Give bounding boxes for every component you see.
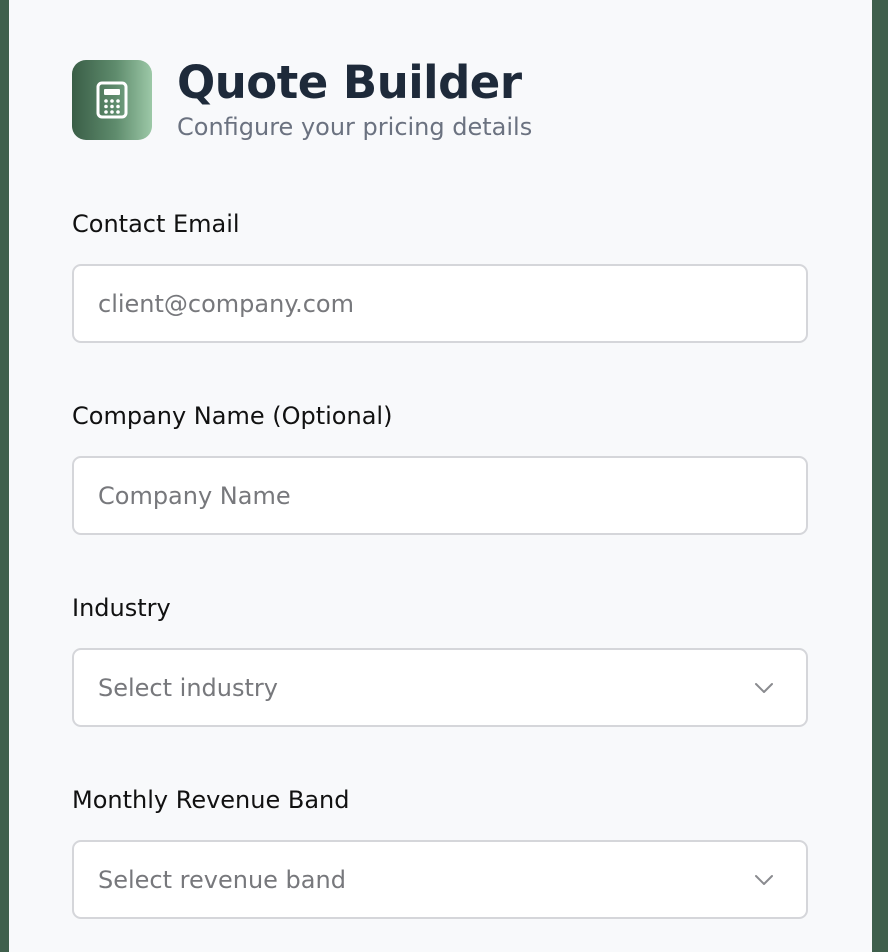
company-name-label: Company Name (Optional) [72, 402, 393, 430]
industry-field: Industry Select industry [72, 593, 808, 727]
industry-select-value: Select industry [98, 673, 278, 702]
industry-select[interactable]: Select industry [72, 648, 808, 727]
company-name-field: Company Name (Optional) [72, 401, 808, 535]
page-title: Quote Builder [177, 56, 522, 109]
contact-email-label: Contact Email [72, 210, 240, 238]
calculator-icon [72, 60, 152, 140]
page-header: Quote Builder Configure your pricing det… [72, 56, 532, 142]
revenue-band-field: Monthly Revenue Band Select revenue band [72, 785, 808, 919]
chevron-down-icon [752, 676, 776, 700]
industry-label: Industry [72, 594, 171, 622]
page-subtitle: Configure your pricing details [177, 113, 533, 141]
revenue-band-select[interactable]: Select revenue band [72, 840, 808, 919]
revenue-band-label: Monthly Revenue Band [72, 786, 350, 814]
company-name-input[interactable] [72, 456, 808, 535]
quote-builder-panel: Quote Builder Configure your pricing det… [9, 0, 872, 952]
revenue-band-select-value: Select revenue band [98, 865, 346, 894]
contact-email-field: Contact Email [72, 209, 808, 343]
contact-email-input[interactable] [72, 264, 808, 343]
header-titles: Quote Builder Configure your pricing det… [177, 56, 532, 142]
chevron-down-icon [752, 868, 776, 892]
